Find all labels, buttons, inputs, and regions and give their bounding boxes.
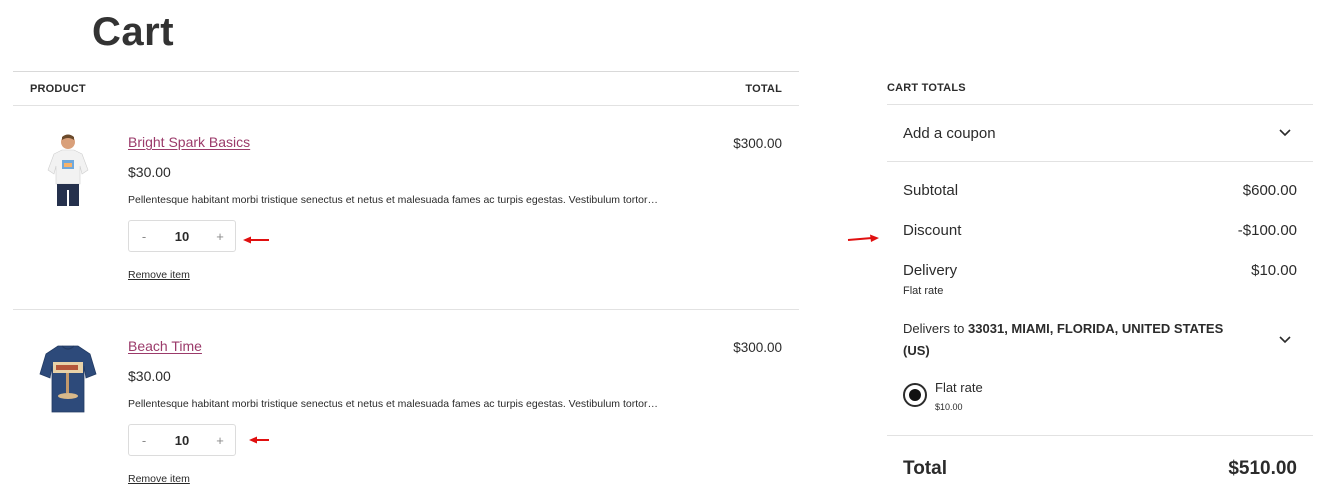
red-arrow-icon (847, 234, 879, 242)
quantity-input[interactable]: 10 (159, 433, 205, 448)
product-thumbnail-tshirt-kid[interactable] (38, 132, 98, 212)
quantity-increase-button[interactable]: + (205, 433, 235, 448)
column-header-product: PRODUCT (30, 83, 86, 95)
product-thumbnail-tshirt-navy[interactable] (38, 336, 98, 416)
add-coupon-toggle[interactable]: Add a coupon (887, 105, 1313, 162)
cart-items-table: PRODUCT TOTAL Bright Spark Basics $30.00… (13, 71, 799, 497)
quantity-increase-button[interactable]: + (205, 229, 235, 244)
quantity-input[interactable]: 10 (159, 229, 205, 244)
discount-row: Discount -$100.00 (887, 212, 1313, 252)
grand-total-row: Total $510.00 (887, 435, 1313, 497)
shipping-option-label[interactable]: Flat rate (935, 380, 983, 395)
delivery-row: Delivery $10.00 Flat rate (887, 252, 1313, 297)
product-price: $30.00 (128, 368, 171, 384)
red-arrow-icon (243, 236, 269, 244)
radio-selected-dot (909, 389, 921, 401)
discount-label: Discount (903, 222, 962, 239)
delivers-to-prefix: Delivers to (903, 321, 965, 336)
add-coupon-label: Add a coupon (903, 125, 996, 142)
flat-rate-radio[interactable] (903, 383, 927, 407)
remove-item-link[interactable]: Remove item (128, 473, 190, 485)
quantity-stepper: - 10 + (128, 424, 236, 456)
cart-item-row: Bright Spark Basics $30.00 Pellentesque … (13, 106, 799, 310)
product-description: Pellentesque habitant morbi tristique se… (128, 194, 658, 206)
total-label: Total (903, 458, 947, 479)
discount-value: -$100.00 (1237, 222, 1297, 239)
delivers-to-text[interactable]: Delivers to 33031, MIAMI, FLORIDA, UNITE… (903, 318, 1253, 362)
subtotal-value: $600.00 (1242, 182, 1297, 199)
subtotal-row: Subtotal $600.00 (887, 172, 1313, 212)
red-arrow-icon (249, 436, 269, 444)
chevron-down-icon[interactable] (1279, 336, 1291, 344)
table-header: PRODUCT TOTAL (13, 72, 799, 106)
line-total: $300.00 (733, 136, 782, 151)
cart-item-row: Beach Time $30.00 Pellentesque habitant … (13, 310, 799, 497)
product-name-link[interactable]: Bright Spark Basics (128, 134, 250, 150)
delivery-method: Flat rate (903, 285, 944, 297)
shipping-option-price: $10.00 (935, 402, 963, 412)
product-name-link[interactable]: Beach Time (128, 338, 202, 354)
remove-item-link[interactable]: Remove item (128, 269, 190, 281)
delivery-value: $10.00 (1251, 262, 1297, 279)
product-description: Pellentesque habitant morbi tristique se… (128, 398, 658, 410)
product-price: $30.00 (128, 164, 171, 180)
quantity-decrease-button[interactable]: - (129, 229, 159, 244)
cart-totals-panel: CART TOTALS Add a coupon Subtotal $600.0… (887, 71, 1313, 479)
column-header-total: TOTAL (745, 83, 782, 95)
page-title: Cart (92, 10, 175, 54)
quantity-decrease-button[interactable]: - (129, 433, 159, 448)
subtotal-label: Subtotal (903, 182, 959, 199)
total-value: $510.00 (1228, 458, 1297, 479)
delivery-label: Delivery (903, 262, 958, 279)
quantity-stepper: - 10 + (128, 220, 236, 252)
line-total: $300.00 (733, 340, 782, 355)
cart-totals-heading: CART TOTALS (887, 71, 1313, 105)
chevron-down-icon[interactable] (1279, 129, 1291, 137)
